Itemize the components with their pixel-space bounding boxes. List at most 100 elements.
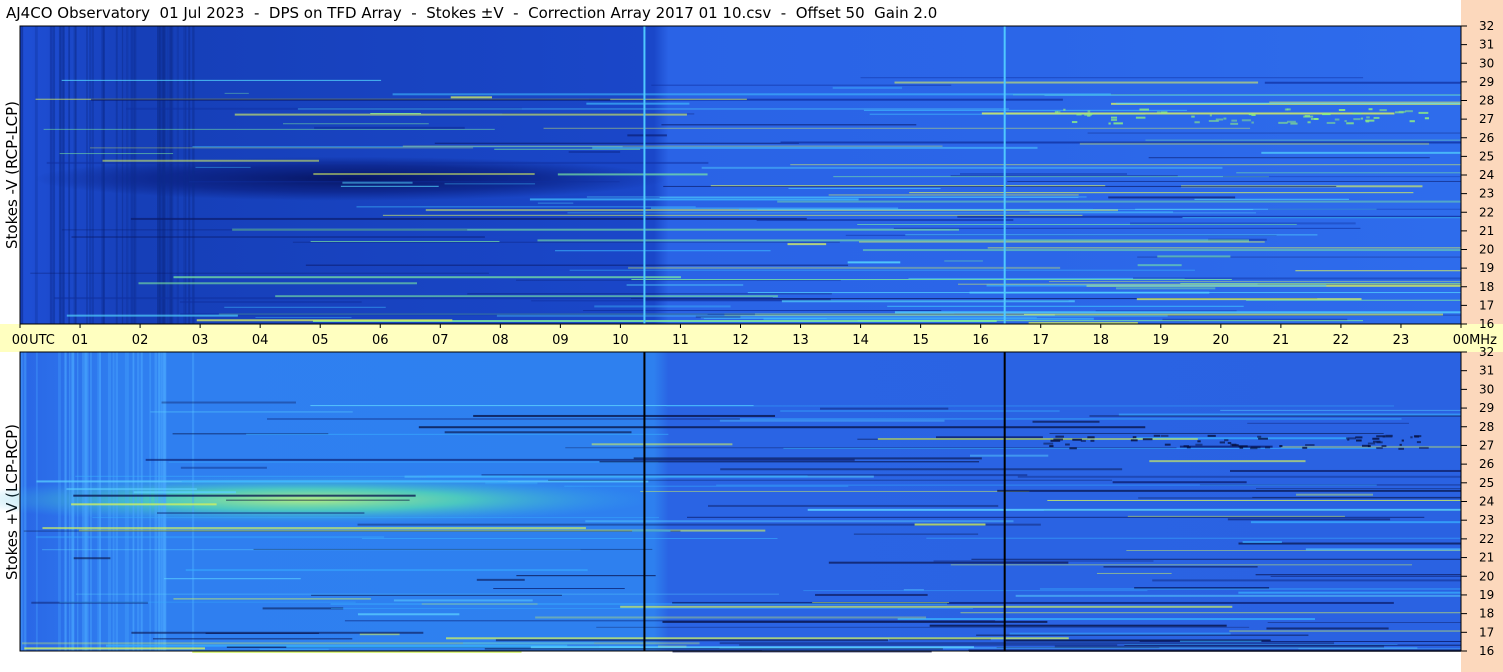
interference-line [1089, 415, 1461, 417]
interference-line [933, 560, 1154, 562]
interference-line [926, 537, 1461, 539]
speckle [1302, 446, 1308, 449]
interference-line [828, 194, 1079, 196]
y-tick-label: 23 [1479, 187, 1494, 201]
interference-line [568, 150, 621, 153]
interference-line [905, 234, 1318, 236]
interference-line [152, 638, 353, 640]
speckle [1230, 122, 1239, 125]
speckle [1368, 108, 1373, 111]
interference-line [986, 284, 1327, 287]
speckle [1290, 122, 1298, 125]
interference-line [599, 461, 980, 463]
interference-line [1247, 422, 1409, 424]
interference-line [1087, 132, 1461, 134]
speckle [1401, 439, 1404, 442]
interference-line [820, 407, 949, 410]
speckle [1367, 442, 1376, 445]
y-tick-label: 23 [1479, 513, 1494, 527]
interference-line [493, 588, 625, 590]
interference-line [1137, 264, 1182, 267]
interference-line [467, 293, 832, 295]
x-tick-label: 17 [1032, 333, 1049, 348]
speckle [1050, 439, 1061, 442]
texture-streak [134, 26, 137, 324]
interference-line [929, 624, 1227, 627]
speckle [1160, 434, 1169, 437]
speckle [1219, 441, 1225, 444]
interference-line [548, 479, 1113, 481]
speckle [1195, 443, 1203, 446]
speckle [1424, 117, 1430, 120]
interference-line [1096, 572, 1172, 574]
interference-line [145, 458, 855, 461]
interference-line [893, 227, 1361, 229]
speckle [1414, 435, 1422, 438]
interference-line [42, 527, 586, 530]
interference-line [444, 431, 632, 434]
interference-line [710, 185, 1106, 187]
interference-line [1152, 579, 1461, 582]
interference-line [164, 578, 301, 580]
interference-line [180, 466, 267, 469]
interference-line [1032, 420, 1100, 423]
speckle [1287, 120, 1296, 123]
interference-line [24, 647, 205, 650]
texture-streak [192, 352, 195, 651]
interference-line [1182, 217, 1461, 219]
interference-line [569, 269, 1195, 271]
interference-line [1255, 574, 1461, 576]
interference-line [936, 436, 1043, 439]
speckle [1381, 445, 1387, 448]
interference-line [535, 616, 927, 619]
y-tick-label: 31 [1479, 38, 1494, 52]
y-tick-label: 21 [1479, 551, 1494, 565]
speckle [1224, 439, 1229, 442]
interference-line [631, 279, 1232, 281]
interference-line [357, 613, 460, 616]
interference-line [832, 86, 903, 89]
interference-line [716, 484, 1377, 486]
interference-line [950, 564, 1413, 566]
speckle [1207, 434, 1216, 437]
speckle [1142, 438, 1153, 441]
interference-line [857, 320, 1363, 322]
y-tick-label: 20 [1479, 569, 1494, 583]
interference-line [1124, 643, 1398, 645]
texture-streak [137, 352, 140, 651]
speckle [1208, 119, 1219, 122]
x-tick-label: 05 [312, 333, 329, 348]
texture-streak [149, 352, 152, 651]
texture-streak [68, 352, 71, 651]
speckle [1279, 445, 1283, 448]
x-tick-label: 15 [912, 333, 929, 348]
interference-line [1103, 566, 1258, 568]
speckle [1334, 118, 1340, 121]
interference-line [91, 98, 611, 101]
texture-streak [62, 26, 64, 324]
interference-line [495, 639, 889, 642]
interference-line [46, 161, 709, 164]
x-tick-label: 08 [492, 333, 509, 348]
interference-line [311, 594, 562, 596]
speckle [1194, 121, 1200, 124]
interference-line [138, 282, 417, 285]
interference-line [59, 153, 174, 155]
interference-line [777, 200, 1461, 203]
x-tick-label: 01 [72, 333, 89, 348]
interference-line [701, 166, 1223, 169]
interference-line [1236, 172, 1461, 174]
interference-line [1229, 630, 1461, 632]
texture-streak [24, 352, 27, 651]
speckle [1365, 119, 1375, 122]
texture-streak [71, 352, 74, 651]
interference-line [651, 84, 952, 86]
y-tick-label: 18 [1479, 280, 1494, 294]
interference-line [1145, 139, 1461, 141]
speckle [1416, 441, 1421, 444]
interference-line [392, 93, 1111, 96]
speckle [1113, 122, 1123, 125]
interference-line [23, 530, 681, 532]
x-tick-label: 10 [612, 333, 629, 348]
interference-line [887, 305, 1244, 307]
